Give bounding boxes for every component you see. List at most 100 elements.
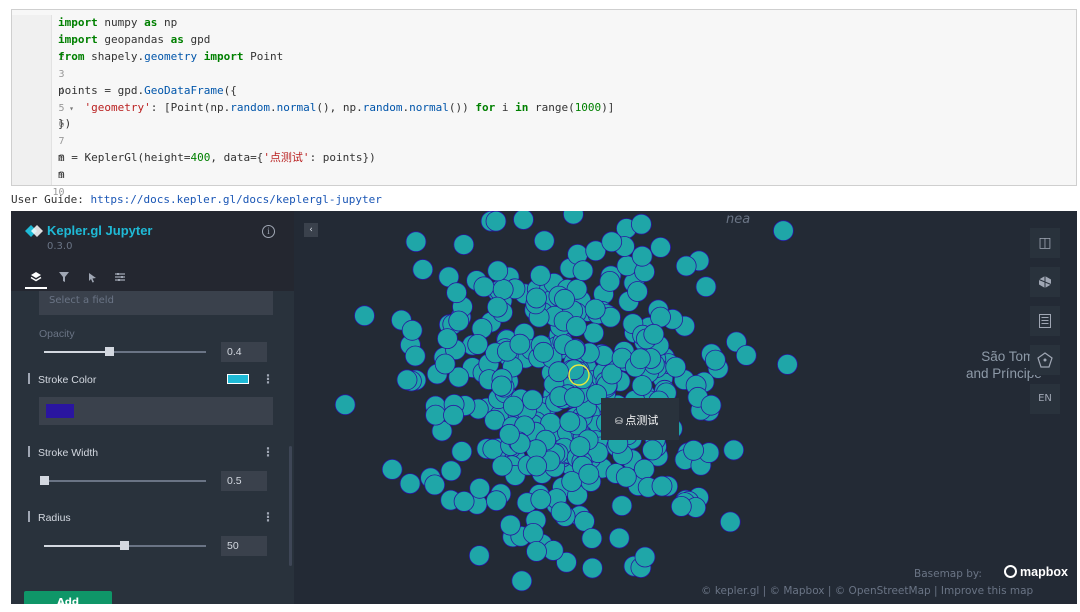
- map-point[interactable]: [404, 345, 426, 367]
- opacity-slider-handle[interactable]: [105, 347, 114, 356]
- radius-input[interactable]: 50: [221, 536, 267, 556]
- map-point[interactable]: [683, 439, 705, 461]
- map-point[interactable]: [581, 557, 603, 579]
- map-point[interactable]: [704, 349, 726, 371]
- code-cell[interactable]: 1 import numpy as np 2 import geopandas …: [11, 9, 1077, 198]
- map-point[interactable]: [491, 455, 513, 477]
- panel-scrollbar[interactable]: [289, 446, 292, 566]
- map-point[interactable]: [436, 328, 458, 349]
- stroke-color-swatch[interactable]: [227, 374, 249, 384]
- map-point[interactable]: [424, 474, 446, 496]
- map-point[interactable]: [599, 271, 621, 292]
- map-point[interactable]: [485, 490, 507, 512]
- map-point[interactable]: [611, 495, 633, 517]
- map-point[interactable]: [529, 265, 551, 286]
- map-point[interactable]: [601, 231, 623, 253]
- map-attribution[interactable]: © kepler.gl | © Mapbox | © OpenStreetMap…: [701, 585, 1033, 597]
- map-point[interactable]: [631, 245, 653, 267]
- map-point[interactable]: [526, 287, 547, 309]
- map-point[interactable]: [469, 477, 491, 499]
- map-point[interactable]: [448, 310, 470, 332]
- map-point[interactable]: [565, 316, 587, 337]
- map-point[interactable]: [564, 386, 585, 408]
- map-point[interactable]: [486, 296, 508, 318]
- map-point[interactable]: [563, 211, 584, 225]
- map-point[interactable]: [530, 489, 552, 510]
- radius-slider-handle[interactable]: [120, 541, 129, 550]
- map-point[interactable]: [526, 540, 547, 562]
- map-point[interactable]: [522, 389, 543, 411]
- map-point[interactable]: [633, 458, 655, 480]
- more-icon[interactable]: ⋮: [262, 445, 274, 459]
- map-point[interactable]: [498, 423, 520, 445]
- map-point[interactable]: [412, 259, 434, 280]
- interaction-icon[interactable]: [81, 267, 103, 289]
- map-point[interactable]: [468, 545, 490, 567]
- opacity-input[interactable]: 0.4: [221, 342, 267, 362]
- field-select[interactable]: Select a field: [39, 291, 273, 315]
- map-canvas[interactable]: nea São Tomé and Príncipe ‹ ◫ EN ⛁ 点测试 B…: [294, 211, 1077, 604]
- map-point[interactable]: [548, 361, 570, 383]
- map-point[interactable]: [499, 514, 521, 536]
- map-point[interactable]: [564, 339, 586, 361]
- map-point[interactable]: [642, 439, 663, 461]
- stroke-color-picker[interactable]: [39, 397, 273, 425]
- split-map-icon[interactable]: ◫: [1030, 228, 1060, 258]
- map-point[interactable]: [578, 463, 600, 485]
- map-point[interactable]: [446, 282, 468, 304]
- collapse-panel-button[interactable]: ‹: [304, 223, 318, 237]
- map-point[interactable]: [485, 211, 507, 232]
- map-point[interactable]: [550, 501, 572, 523]
- map-point[interactable]: [451, 441, 473, 462]
- map-point[interactable]: [467, 333, 489, 355]
- map-point[interactable]: [723, 439, 745, 461]
- map-point[interactable]: [513, 211, 534, 230]
- map-point[interactable]: [631, 375, 653, 396]
- map-point[interactable]: [484, 409, 506, 431]
- map-point[interactable]: [509, 333, 531, 355]
- map-point[interactable]: [634, 546, 656, 568]
- map-point[interactable]: [572, 260, 594, 282]
- settings-icon[interactable]: [109, 267, 131, 289]
- map-point[interactable]: [453, 490, 475, 512]
- map-point[interactable]: [695, 276, 717, 298]
- map-point[interactable]: [630, 213, 652, 235]
- 3d-map-icon[interactable]: [1030, 267, 1060, 297]
- map-point[interactable]: [453, 234, 475, 255]
- map-point[interactable]: [554, 288, 575, 310]
- map-point[interactable]: [670, 495, 692, 517]
- map-point[interactable]: [584, 298, 606, 320]
- map-point[interactable]: [334, 394, 356, 416]
- map-point[interactable]: [559, 411, 581, 433]
- map-point[interactable]: [354, 305, 375, 327]
- map-point[interactable]: [665, 356, 687, 378]
- map-point[interactable]: [487, 260, 509, 282]
- map-point[interactable]: [443, 404, 464, 426]
- legend-icon[interactable]: [1030, 306, 1060, 336]
- stroke-width-slider-track[interactable]: [44, 480, 206, 482]
- map-point[interactable]: [651, 475, 673, 497]
- draw-icon[interactable]: [1030, 345, 1060, 375]
- map-point[interactable]: [772, 220, 794, 242]
- more-icon[interactable]: ⋮: [262, 510, 274, 524]
- user-guide-link[interactable]: https://docs.kepler.gl/docs/keplergl-jup…: [90, 193, 381, 206]
- map-point[interactable]: [502, 395, 524, 417]
- stroke-width-slider-handle[interactable]: [40, 476, 49, 485]
- map-point[interactable]: [399, 473, 421, 495]
- mapbox-logo[interactable]: mapbox: [1004, 565, 1068, 579]
- filter-icon[interactable]: [53, 267, 75, 289]
- map-point[interactable]: [434, 353, 456, 375]
- map-point[interactable]: [533, 341, 554, 363]
- map-point[interactable]: [643, 323, 665, 345]
- map-point[interactable]: [675, 255, 697, 277]
- map-point[interactable]: [405, 231, 427, 253]
- map-point[interactable]: [650, 237, 672, 258]
- map-point[interactable]: [522, 522, 544, 544]
- locale-button[interactable]: EN: [1030, 384, 1060, 414]
- map-point[interactable]: [581, 527, 603, 549]
- map-point[interactable]: [719, 511, 741, 533]
- add-layer-button[interactable]: Add: [24, 591, 112, 604]
- map-point[interactable]: [735, 344, 757, 366]
- map-point[interactable]: [396, 369, 418, 391]
- map-point[interactable]: [608, 527, 630, 549]
